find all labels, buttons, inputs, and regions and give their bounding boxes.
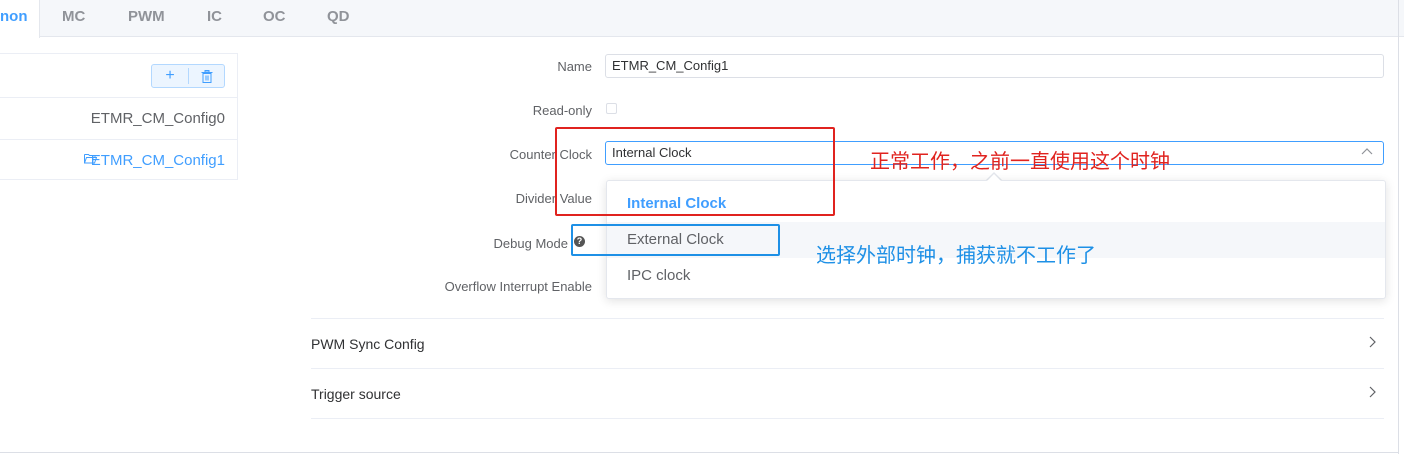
name-input[interactable]: ETMR_CM_Config1 bbox=[605, 54, 1384, 78]
tab-label: OC bbox=[263, 8, 286, 25]
counter-clock-label: Counter Clock bbox=[509, 147, 592, 162]
tab-label: QD bbox=[327, 8, 350, 25]
tab-label: PWM bbox=[128, 8, 165, 25]
annotation-red-text: 正常工作，之前一直使用这个时钟 bbox=[870, 151, 1170, 173]
trash-icon bbox=[201, 69, 213, 83]
tab-mc[interactable]: MC bbox=[62, 0, 85, 37]
section-pwm-sync-config[interactable]: PWM Sync Config bbox=[311, 318, 1384, 368]
name-label: Name bbox=[557, 59, 592, 74]
divider-value-label: Divider Value bbox=[515, 191, 592, 206]
readonly-checkbox[interactable] bbox=[606, 103, 617, 114]
tab-label: IC bbox=[207, 8, 222, 25]
dropdown-caret-inner bbox=[986, 174, 1002, 182]
tab-qd[interactable]: QD bbox=[327, 0, 350, 37]
panel-bottom-border bbox=[0, 452, 1399, 453]
overflow-interrupt-label: Overflow Interrupt Enable bbox=[444, 279, 592, 294]
annotation-red-box bbox=[555, 127, 835, 216]
tab-label: MC bbox=[62, 8, 86, 25]
chevron-right-icon bbox=[1369, 386, 1376, 398]
plus-icon: + bbox=[165, 67, 175, 84]
panel-right-border bbox=[1398, 0, 1399, 454]
section-divider bbox=[311, 418, 1384, 419]
list-item-selected[interactable]: ETMR_CM_Config1 bbox=[0, 139, 237, 181]
chevron-up-icon bbox=[1361, 148, 1373, 155]
option-label: IPC clock bbox=[627, 267, 691, 284]
debug-mode-label: Debug Mode bbox=[493, 236, 568, 251]
tab-common[interactable]: non bbox=[0, 0, 40, 38]
config-toolbar: + bbox=[151, 64, 225, 88]
section-trigger-source[interactable]: Trigger source bbox=[311, 368, 1384, 418]
list-item-label: ETMR_CM_Config1 bbox=[90, 152, 225, 169]
annotation-blue-box bbox=[571, 224, 780, 256]
tab-label: non bbox=[0, 8, 28, 25]
delete-config-button[interactable] bbox=[189, 65, 225, 87]
chevron-right-icon bbox=[1369, 336, 1376, 348]
config-list-panel: + ETMR_CM_Config0 ETMR_CM_Config1 bbox=[0, 53, 238, 180]
section-title: Trigger source bbox=[311, 386, 401, 402]
tab-ic[interactable]: IC bbox=[207, 0, 222, 37]
annotation-blue-text: 选择外部时钟，捕获就不工作了 bbox=[816, 245, 1096, 267]
add-config-button[interactable]: + bbox=[152, 65, 188, 87]
tab-bar: non MC PWM IC OC QD bbox=[0, 0, 1404, 38]
tab-pwm[interactable]: PWM bbox=[128, 0, 165, 37]
list-item[interactable]: ETMR_CM_Config0 bbox=[0, 97, 237, 139]
tab-oc[interactable]: OC bbox=[263, 0, 286, 37]
readonly-label: Read-only bbox=[532, 103, 592, 118]
section-title: PWM Sync Config bbox=[311, 336, 425, 352]
list-item-label: ETMR_CM_Config0 bbox=[90, 110, 225, 127]
